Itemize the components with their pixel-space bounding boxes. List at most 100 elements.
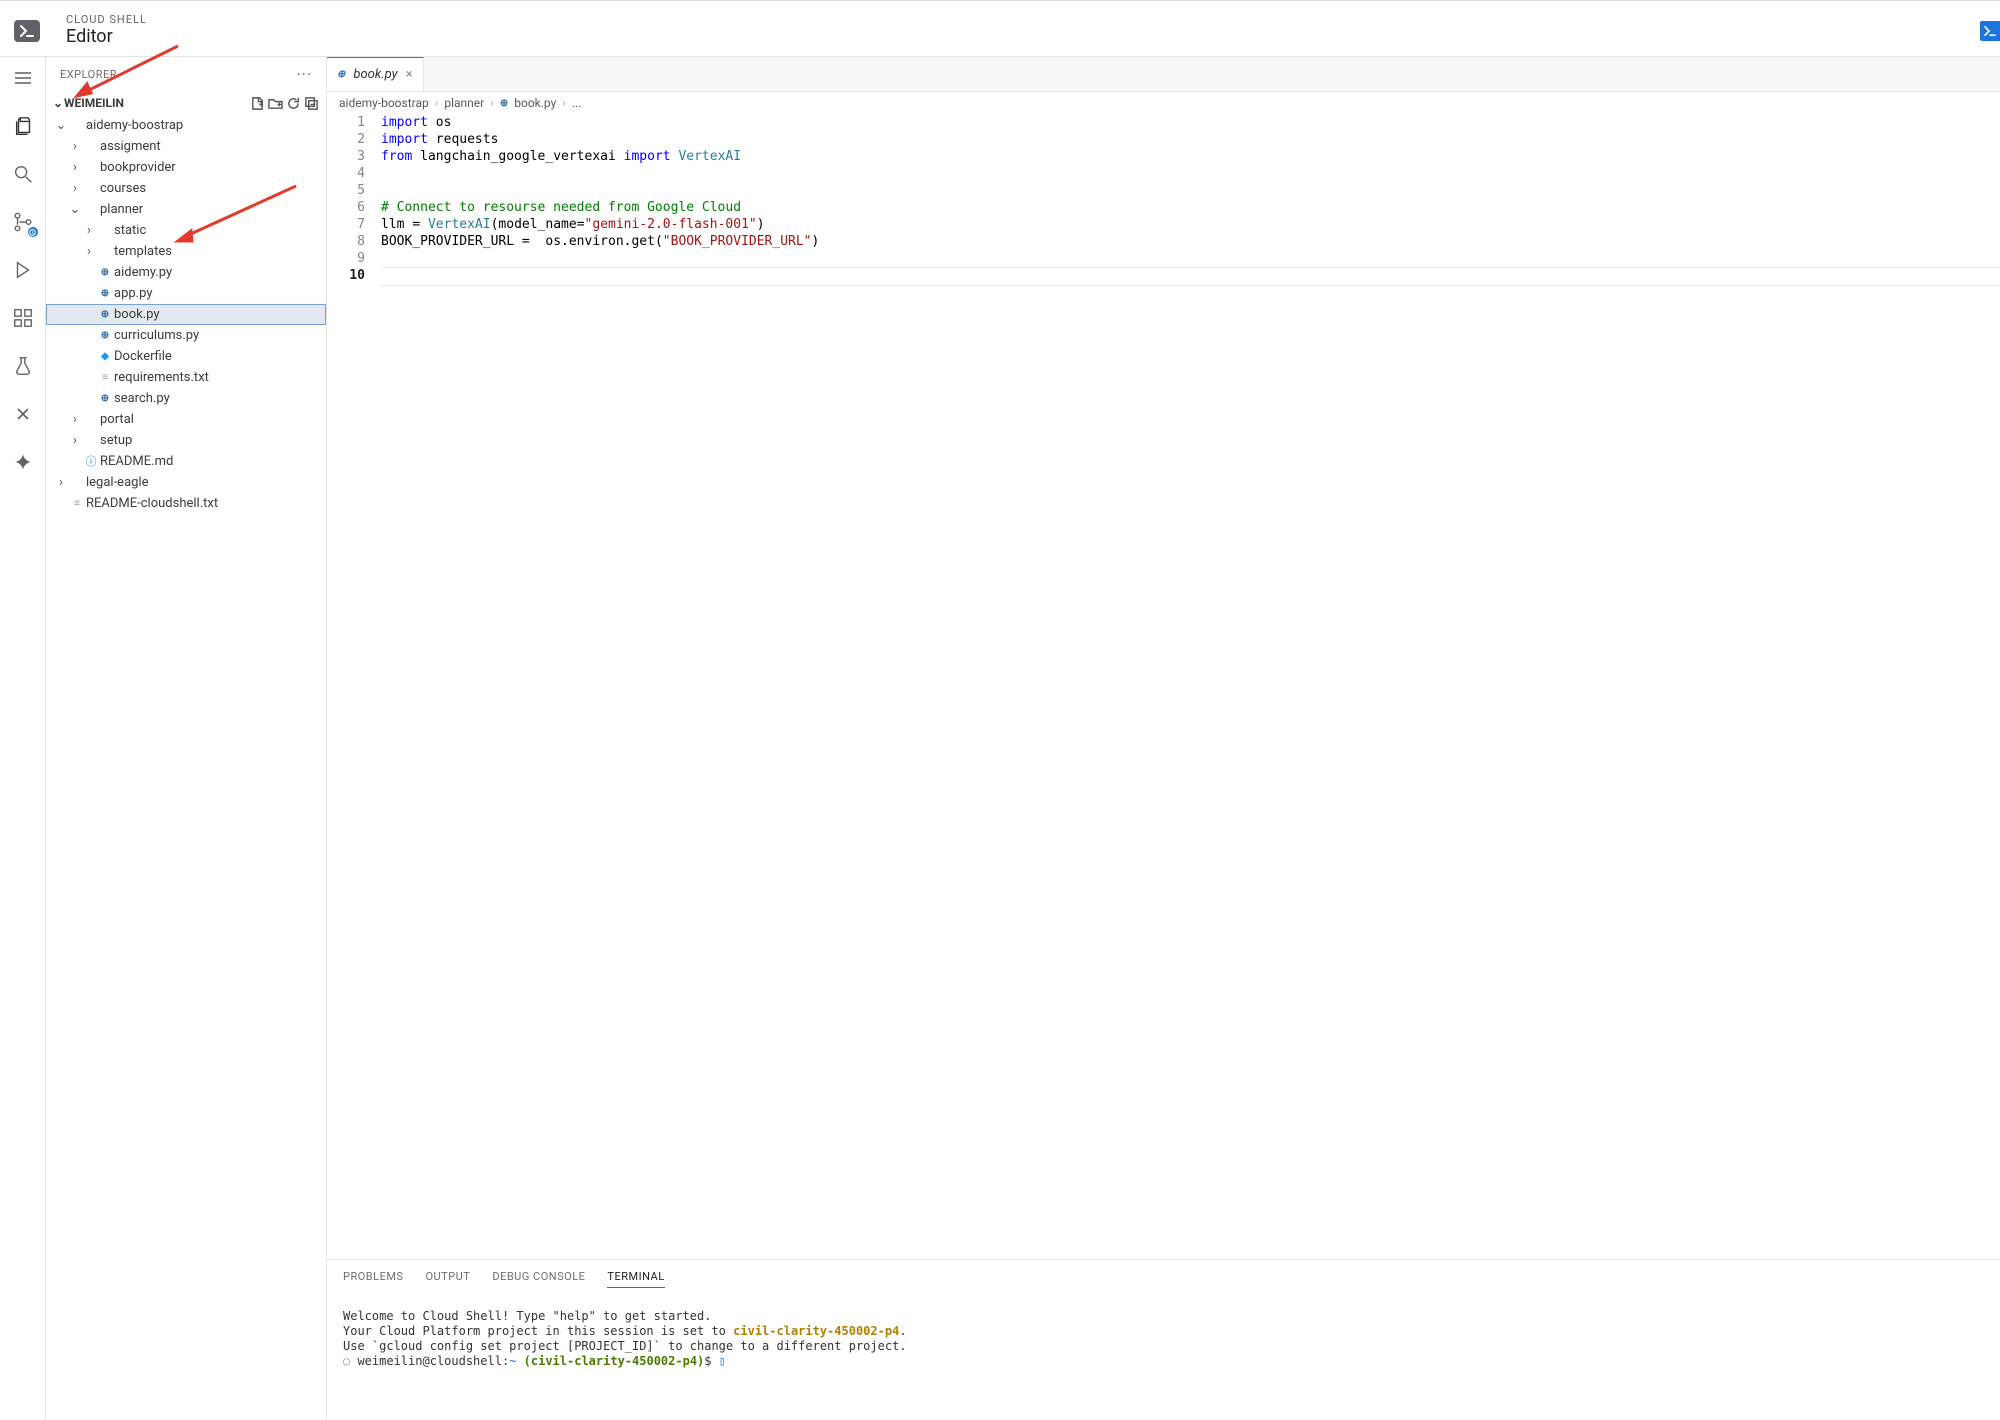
code-line[interactable]: 10 xyxy=(327,267,2000,286)
tree-label: legal-eagle xyxy=(86,472,149,493)
activity-search-icon[interactable] xyxy=(10,161,36,187)
python-file-icon: ⊕ xyxy=(96,325,114,346)
activity-explorer-icon[interactable] xyxy=(9,113,37,139)
breadcrumb-seg[interactable]: book.py xyxy=(514,96,556,110)
header-title: Editor xyxy=(66,27,147,48)
tree-file[interactable]: ⓘREADME.md xyxy=(46,451,326,472)
tree-folder[interactable]: ›portal xyxy=(46,409,326,430)
code-line[interactable]: 3from langchain_google_vertexai import V… xyxy=(327,148,2000,165)
text-file-icon: ≡ xyxy=(96,367,114,388)
code-line[interactable]: 2import requests xyxy=(327,131,2000,148)
tree-file[interactable]: ◆Dockerfile xyxy=(46,346,326,367)
tree-label: aidemy.py xyxy=(114,262,172,283)
tree-folder[interactable]: ›templates xyxy=(46,241,326,262)
code-content: BOOK_PROVIDER_URL = os.environ.get("BOOK… xyxy=(381,233,819,250)
tree-file[interactable]: ⊕aidemy.py xyxy=(46,262,326,283)
explorer-title: EXPLORER xyxy=(60,68,117,81)
tree-folder[interactable]: ›bookprovider xyxy=(46,157,326,178)
explorer-panel: EXPLORER ··· ⌄ WEIMEILIN ⌄aidemy-boostra… xyxy=(46,57,327,1420)
code-line[interactable]: 4 xyxy=(327,165,2000,182)
chevron-right-icon[interactable]: › xyxy=(54,472,68,493)
line-number: 9 xyxy=(327,250,381,267)
file-tree[interactable]: ⌄aidemy-boostrap›assigment›bookprovider›… xyxy=(46,115,326,514)
activity-extensions-icon[interactable] xyxy=(10,305,36,331)
tree-label: README.md xyxy=(100,451,173,472)
terminal[interactable]: Welcome to Cloud Shell! Type "help" to g… xyxy=(327,1288,2000,1420)
panel-tab-terminal[interactable]: TERMINAL xyxy=(607,1266,664,1288)
terminal-line: Welcome to Cloud Shell! Type "help" to g… xyxy=(343,1309,711,1323)
chevron-right-icon[interactable]: › xyxy=(68,136,82,157)
chevron-down-icon[interactable]: ⌄ xyxy=(68,199,82,220)
new-folder-icon[interactable] xyxy=(266,94,284,112)
tree-folder[interactable]: › assigment xyxy=(46,136,326,157)
tree-folder[interactable]: ⌄aidemy-boostrap xyxy=(46,115,326,136)
tree-file[interactable]: ⊕book.py xyxy=(46,304,326,325)
line-number: 10 xyxy=(327,267,381,286)
tree-file[interactable]: ≡README-cloudshell.txt xyxy=(46,493,326,514)
tree-label: assigment xyxy=(100,136,161,157)
code-line[interactable]: 8BOOK_PROVIDER_URL = os.environ.get("BOO… xyxy=(327,233,2000,250)
open-terminal-button[interactable] xyxy=(1980,21,2000,41)
tree-label: app.py xyxy=(114,283,152,304)
code-line[interactable]: 5 xyxy=(327,182,2000,199)
chevron-right-icon[interactable]: › xyxy=(68,157,82,178)
line-number: 7 xyxy=(327,216,381,233)
info-file-icon: ⓘ xyxy=(82,451,100,472)
tree-folder[interactable]: ⌄ planner xyxy=(46,199,326,220)
code-line[interactable]: 9 xyxy=(327,250,2000,267)
refresh-icon[interactable] xyxy=(284,94,302,112)
collapse-all-icon[interactable] xyxy=(302,94,320,112)
tree-folder[interactable]: › legal-eagle xyxy=(46,472,326,493)
new-file-icon[interactable] xyxy=(248,94,266,112)
code-content xyxy=(381,182,389,199)
code-content: llm = VertexAI(model_name="gemini-2.0-fl… xyxy=(381,216,765,233)
python-file-icon: ⊕ xyxy=(500,98,508,109)
chevron-right-icon[interactable]: › xyxy=(68,430,82,451)
line-number: 1 xyxy=(327,114,381,131)
panel-tab-debug-console[interactable]: DEBUG CONSOLE xyxy=(492,1266,585,1288)
terminal-line: Your Cloud Platform project in this sess… xyxy=(343,1324,907,1338)
tree-file[interactable]: ⊕app.py xyxy=(46,283,326,304)
chevron-right-icon[interactable]: › xyxy=(68,409,82,430)
tree-folder[interactable]: ›static xyxy=(46,220,326,241)
tree-file[interactable]: ≡requirements.txt xyxy=(46,367,326,388)
code-content: import requests xyxy=(381,131,498,148)
menu-icon[interactable] xyxy=(10,65,36,91)
breadcrumb-seg[interactable]: ... xyxy=(572,96,582,110)
activity-tests-icon[interactable] xyxy=(10,353,36,379)
activity-run-icon[interactable] xyxy=(10,257,36,283)
line-number: 5 xyxy=(327,182,381,199)
code-line[interactable]: 6# Connect to resourse needed from Googl… xyxy=(327,199,2000,216)
chevron-right-icon[interactable]: › xyxy=(68,178,82,199)
breadcrumb-seg[interactable]: aidemy-boostrap xyxy=(339,96,429,110)
code-line[interactable]: 7llm = VertexAI(model_name="gemini-2.0-f… xyxy=(327,216,2000,233)
code-editor[interactable]: 1import os2import requests3from langchai… xyxy=(327,114,2000,1259)
terminal-line: Use `gcloud config set project [PROJECT_… xyxy=(343,1339,907,1353)
tree-label: planner xyxy=(100,199,143,220)
code-content xyxy=(381,250,389,267)
panel-tab-output[interactable]: OUTPUT xyxy=(425,1266,470,1288)
explorer-more-icon[interactable]: ··· xyxy=(296,65,312,84)
panel-tab-problems[interactable]: PROBLEMS xyxy=(343,1266,403,1288)
breadcrumb-seg[interactable]: planner xyxy=(444,96,484,110)
tree-label: Dockerfile xyxy=(114,346,172,367)
close-tab-icon[interactable]: × xyxy=(406,67,413,82)
tree-folder[interactable]: ›setup xyxy=(46,430,326,451)
chevron-right-icon[interactable]: › xyxy=(82,220,96,241)
breadcrumb[interactable]: aidemy-boostrap› planner› ⊕ book.py› ... xyxy=(327,92,2000,114)
chevron-down-icon[interactable]: ⌄ xyxy=(52,96,64,110)
code-content: import os xyxy=(381,114,451,131)
activity-source-control-icon[interactable] xyxy=(10,209,36,235)
tree-label: README-cloudshell.txt xyxy=(86,493,218,514)
activity-cloud-code-icon[interactable] xyxy=(10,401,36,427)
tree-label: search.py xyxy=(114,388,170,409)
tree-file[interactable]: ⊕curriculums.py xyxy=(46,325,326,346)
code-line[interactable]: 1import os xyxy=(327,114,2000,131)
tree-label: courses xyxy=(100,178,146,199)
chevron-right-icon[interactable]: › xyxy=(82,241,96,262)
activity-gemini-icon[interactable] xyxy=(10,449,36,475)
tree-folder[interactable]: › courses xyxy=(46,178,326,199)
chevron-down-icon[interactable]: ⌄ xyxy=(54,115,68,136)
tree-file[interactable]: ⊕search.py xyxy=(46,388,326,409)
tab-book-py[interactable]: ⊕ book.py × xyxy=(327,57,424,91)
